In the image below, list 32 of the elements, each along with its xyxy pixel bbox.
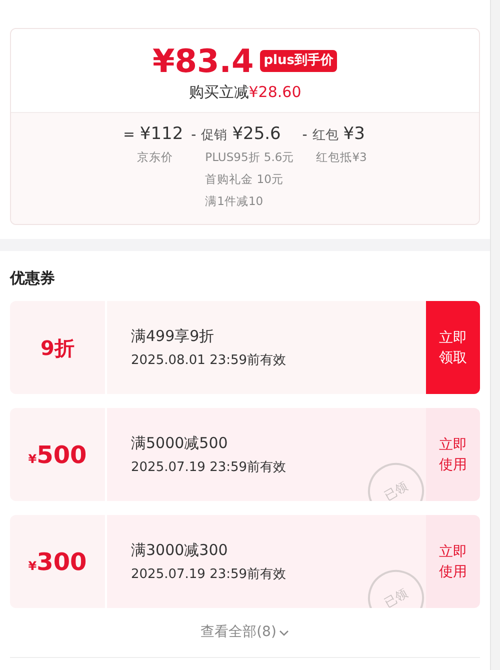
coupon-action-button[interactable]: 立即领取 xyxy=(426,301,480,394)
section-title: 优惠券 xyxy=(10,268,56,288)
operator-sign: = xyxy=(123,126,135,144)
breakdown-amount: ¥25.6 xyxy=(232,122,281,144)
breakdown-note: 红包抵¥3 xyxy=(315,148,367,166)
breakdown-note: PLUS95折 5.6元 xyxy=(204,148,294,166)
coupon-title: 满3000减300 xyxy=(131,540,229,560)
coupon-expiry: 2025.07.19 23:59前有效 xyxy=(131,459,288,477)
saving-amount: ¥28.60 xyxy=(248,82,302,103)
coupon-value: 9折 xyxy=(40,334,74,362)
coupon-action-button[interactable]: 立即使用 xyxy=(426,515,480,608)
breakdown-label: 红包 xyxy=(312,126,338,144)
coupon-title: 满499享9折 xyxy=(131,326,216,346)
chevron-down-icon xyxy=(279,630,290,636)
breakdown-note: 京东价 xyxy=(136,148,174,166)
operator-sign: - xyxy=(302,126,308,144)
breakdown-amount: ¥112 xyxy=(140,122,184,144)
breakdown-note: 满1件减10 xyxy=(204,192,264,210)
coupon-title: 满5000减500 xyxy=(131,432,229,454)
operator-sign: - xyxy=(191,126,196,144)
coupon-expiry: 2025.07.19 23:59前有效 xyxy=(131,566,288,584)
coupon-value: ¥300 xyxy=(28,546,87,578)
view-all-link[interactable]: 查看全部(8) xyxy=(200,622,290,643)
price-badge: plus到手价 xyxy=(260,50,338,72)
breakdown-amount: ¥3 xyxy=(343,122,365,144)
breakdown-label: 促销 xyxy=(201,126,228,144)
coupon-value: ¥500 xyxy=(28,440,87,470)
final-price: ¥83.4 xyxy=(152,43,254,79)
saving-label: 购买立减 xyxy=(188,82,249,103)
breakdown-note: 首购礼金 10元 xyxy=(204,170,284,188)
coupon-action-button[interactable]: 立即使用 xyxy=(426,408,480,501)
coupon-expiry: 2025.08.01 23:59前有效 xyxy=(131,352,288,370)
